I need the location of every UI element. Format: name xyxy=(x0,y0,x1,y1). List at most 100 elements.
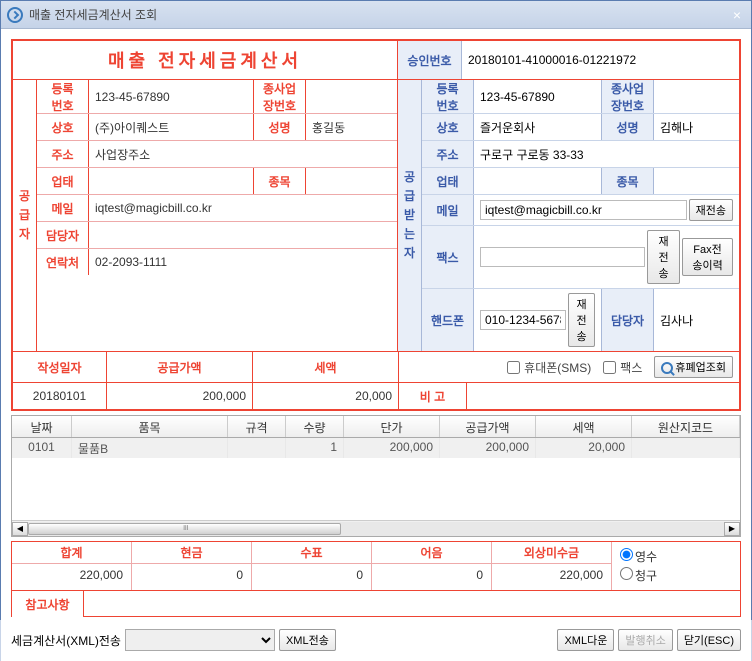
col-item: 품목 xyxy=(72,416,228,437)
fax-checkbox[interactable]: 팩스 xyxy=(603,359,642,376)
customer-biztype-label: 업태 xyxy=(422,168,474,194)
customer-company-label: 상호 xyxy=(422,114,474,140)
supply-value: 200,000 xyxy=(107,383,253,409)
app-icon xyxy=(7,7,23,23)
supply-label: 공급가액 xyxy=(107,352,253,382)
title-bar: 매출 전자세금계산서 조회 × xyxy=(1,1,751,29)
credit-value: 220,000 xyxy=(492,564,611,586)
supplier-phone: 02-2093-1111 xyxy=(89,249,397,275)
issue-cancel-button[interactable]: 발행취소 xyxy=(618,629,672,651)
doc-title: 매출 전자세금계산서 xyxy=(13,41,398,79)
xml-send-button[interactable]: XML전송 xyxy=(279,629,336,651)
scroll-right-icon[interactable]: ▶ xyxy=(724,522,740,536)
customer-fax-input[interactable] xyxy=(480,247,645,267)
xml-send-select[interactable] xyxy=(125,629,275,651)
sum-value: 220,000 xyxy=(12,564,131,586)
approval-value: 20180101-41000016-01221972 xyxy=(462,41,739,79)
notes-value xyxy=(84,591,740,617)
supplier-manager xyxy=(89,222,397,248)
supplier-bizitem-label: 종목 xyxy=(254,168,306,194)
col-price: 단가 xyxy=(344,416,440,437)
customer-subbiz xyxy=(654,80,739,113)
customer-regno-label: 등록 번호 xyxy=(422,80,474,113)
customer-vlabel: 공 급 받 는 자 xyxy=(404,168,415,264)
customer-mobile-label: 핸드폰 xyxy=(422,289,474,351)
supplier-regno-label: 등록 번호 xyxy=(37,80,89,113)
col-origin: 원산지코드 xyxy=(632,416,740,437)
col-supply: 공급가액 xyxy=(440,416,536,437)
col-tax: 세액 xyxy=(536,416,632,437)
customer-bizitem-label: 종목 xyxy=(602,168,654,194)
supplier-name-label: 성명 xyxy=(254,114,306,140)
closure-check-button[interactable]: 휴폐업조회 xyxy=(654,356,733,378)
supplier-company-label: 상호 xyxy=(37,114,89,140)
check-value: 0 xyxy=(252,564,371,586)
customer-subbiz-label: 종사업 장번호 xyxy=(602,80,654,113)
cash-label: 현금 xyxy=(132,542,251,564)
window-title: 매출 전자세금계산서 조회 xyxy=(29,6,157,23)
xml-send-label: 세금계산서(XML)전송 xyxy=(11,632,121,649)
col-date: 날짜 xyxy=(12,416,72,437)
close-icon[interactable]: × xyxy=(729,7,745,23)
customer-name: 김해나 xyxy=(654,114,739,140)
check-label: 수표 xyxy=(252,542,371,564)
credit-label: 외상미수금 xyxy=(492,542,611,564)
customer-email-label: 메일 xyxy=(422,195,474,225)
tax-value: 20,000 xyxy=(253,383,399,409)
date-label: 작성일자 xyxy=(13,352,107,382)
supplier-biztype-label: 업태 xyxy=(37,168,89,194)
customer-company: 즐거운회사 xyxy=(474,114,602,140)
customer-name-label: 성명 xyxy=(602,114,654,140)
supplier-email: iqtest@magicbill.co.kr xyxy=(89,195,397,221)
col-spec: 규격 xyxy=(228,416,286,437)
customer-biztype xyxy=(474,168,602,194)
receipt-radio[interactable]: 영수 xyxy=(620,548,732,565)
customer-bizitem xyxy=(654,168,739,194)
fax-history-button[interactable]: Fax전송이력 xyxy=(682,238,733,276)
supplier-phone-label: 연락처 xyxy=(37,249,89,275)
tax-label: 세액 xyxy=(253,352,399,382)
supplier-biztype xyxy=(89,168,254,194)
supplier-email-label: 메일 xyxy=(37,195,89,221)
customer-manager: 김사나 xyxy=(654,289,739,351)
remark-label: 비 고 xyxy=(399,383,467,409)
search-icon xyxy=(661,362,673,374)
customer-email-input[interactable] xyxy=(480,200,687,220)
approval-label: 승인번호 xyxy=(398,41,462,79)
xml-down-button[interactable]: XML다운 xyxy=(557,629,614,651)
supplier-name: 홍길동 xyxy=(306,114,397,140)
cash-value: 0 xyxy=(132,564,251,586)
supplier-addr: 사업장주소 xyxy=(89,141,397,167)
note-label: 어음 xyxy=(372,542,491,564)
close-button[interactable]: 닫기(ESC) xyxy=(677,629,741,651)
sms-checkbox[interactable]: 휴대폰(SMS) xyxy=(507,359,591,376)
supplier-regno: 123-45-67890 xyxy=(89,80,254,113)
customer-manager-label: 담당자 xyxy=(602,289,654,351)
resend-mobile-button[interactable]: 재전송 xyxy=(568,293,595,347)
customer-mobile-input[interactable] xyxy=(480,310,566,330)
claim-radio[interactable]: 청구 xyxy=(620,567,732,584)
col-qty: 수량 xyxy=(286,416,344,437)
supplier-manager-label: 담당자 xyxy=(37,222,89,248)
items-grid: 날짜 품목 규격 수량 단가 공급가액 세액 원산지코드 0101 물품B 1 … xyxy=(11,415,741,537)
customer-regno: 123-45-67890 xyxy=(474,80,602,113)
table-row[interactable]: 0101 물품B 1 200,000 200,000 20,000 xyxy=(12,438,740,458)
resend-email-button[interactable]: 재전송 xyxy=(689,199,733,221)
supplier-subbiz-label: 종사업 장번호 xyxy=(254,80,306,113)
supplier-addr-label: 주소 xyxy=(37,141,89,167)
remark-value xyxy=(467,383,739,409)
sum-label: 합계 xyxy=(12,542,131,564)
notes-label: 참고사항 xyxy=(12,591,84,617)
note-value: 0 xyxy=(372,564,491,586)
scroll-left-icon[interactable]: ◀ xyxy=(12,522,28,536)
customer-addr-label: 주소 xyxy=(422,141,474,167)
date-value: 20180101 xyxy=(13,383,107,409)
customer-addr: 구로구 구로동 33-33 xyxy=(474,141,739,167)
horizontal-scrollbar[interactable]: ◀ ▶ xyxy=(12,520,740,536)
supplier-subbiz xyxy=(306,80,397,113)
resend-fax-button[interactable]: 재전송 xyxy=(647,230,680,284)
supplier-vlabel: 공 급 자 xyxy=(19,187,30,245)
supplier-bizitem xyxy=(306,168,397,194)
customer-fax-label: 팩스 xyxy=(422,226,474,288)
scroll-thumb[interactable] xyxy=(28,523,341,535)
